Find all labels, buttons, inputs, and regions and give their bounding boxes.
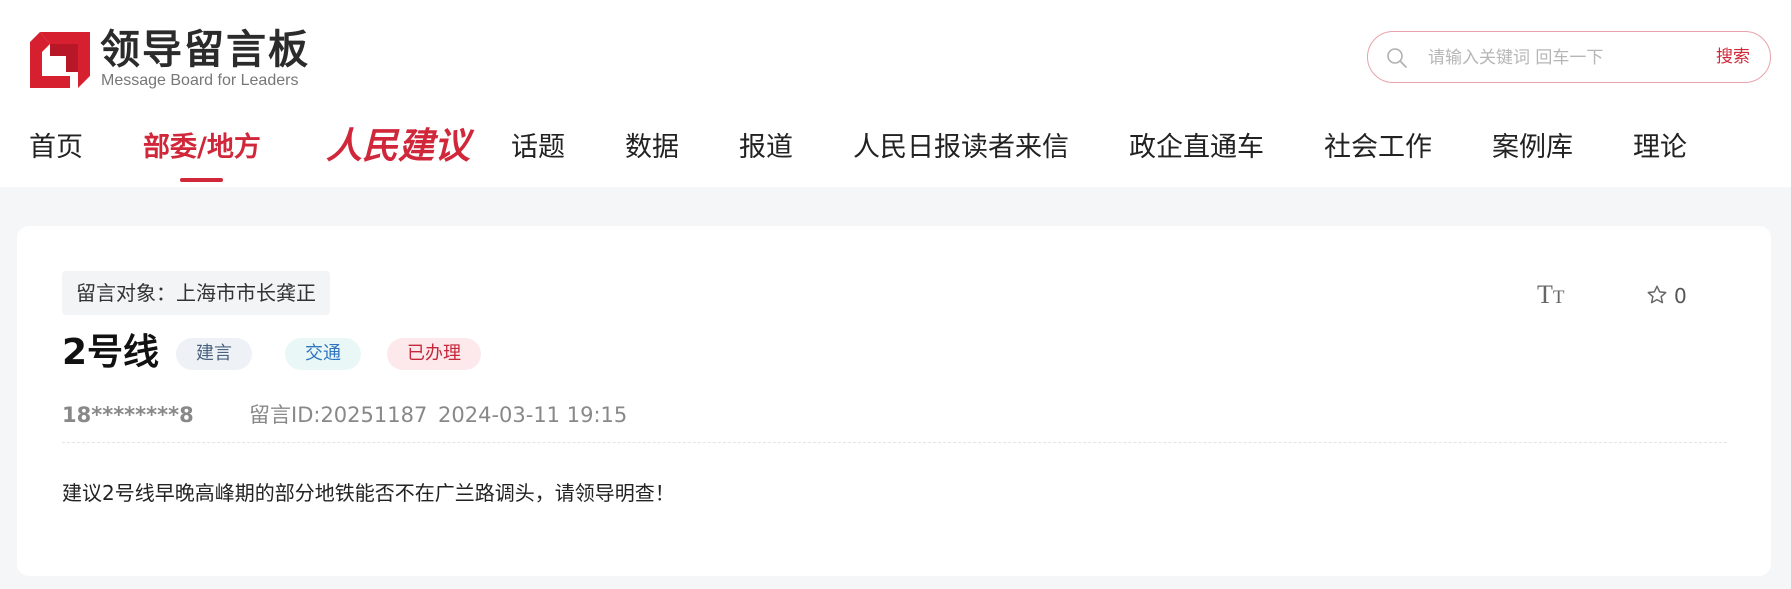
site-logo[interactable]: 领导留言板 Message Board for Leaders (30, 28, 320, 92)
star-icon (1647, 285, 1667, 304)
nav-item-topics[interactable]: 话题 (511, 125, 565, 171)
nav-item-reports[interactable]: 报道 (739, 125, 793, 171)
nav-active-indicator (180, 178, 223, 182)
search-box: 搜索 (1367, 31, 1771, 83)
message-id: 留言ID:20251187 (249, 403, 428, 427)
type-badge: 建言 (176, 338, 252, 370)
logo-subtitle: Message Board for Leaders (101, 72, 299, 89)
search-input[interactable] (1428, 44, 1708, 72)
nav-item-readers-letters[interactable]: 人民日报读者来信 (853, 125, 1069, 171)
message-title: 2号线 (62, 332, 160, 373)
nav-item-home[interactable]: 首页 (29, 125, 83, 171)
nav-item-people-suggestions[interactable]: 人民建议 (326, 119, 470, 173)
font-size-icon-small: T (1552, 287, 1565, 308)
search-button[interactable]: 搜索 (1716, 45, 1750, 69)
logo-mark-icon (30, 32, 90, 88)
nav-item-data[interactable]: 数据 (625, 125, 679, 171)
message-time: 2024-03-11 19:15 (438, 403, 628, 427)
message-content: 建议2号线早晚高峰期的部分地铁能否不在广兰路调头，请领导明查！ (62, 481, 675, 505)
font-size-icon-large: T (1537, 280, 1553, 309)
message-target: 留言对象：上海市市长龚正 (62, 271, 330, 315)
message-card: 留言对象：上海市市长龚正 TT 0 2号线 建言 交通 已办理 18******… (17, 226, 1771, 576)
search-icon (1387, 48, 1407, 68)
logo-title: 领导留言板 (100, 27, 310, 73)
nav-item-ministries-local[interactable]: 部委/地方 (143, 125, 261, 171)
site-header: 领导留言板 Message Board for Leaders 搜索 首页 部委… (0, 0, 1791, 187)
message-author: 18********8 (62, 403, 194, 427)
category-badge: 交通 (285, 338, 361, 370)
divider (62, 442, 1727, 443)
font-size-button[interactable]: TT (1537, 278, 1565, 315)
main-nav: 首页 部委/地方 人民建议 话题 数据 报道 人民日报读者来信 政企直通车 社会… (0, 125, 1791, 187)
nav-item-theory[interactable]: 理论 (1633, 125, 1687, 171)
nav-item-case-library[interactable]: 案例库 (1492, 125, 1573, 171)
favorite-count: 0 (1674, 284, 1687, 308)
nav-item-business-express[interactable]: 政企直通车 (1129, 125, 1264, 171)
status-badge: 已办理 (387, 338, 481, 370)
nav-item-social-work[interactable]: 社会工作 (1324, 125, 1432, 171)
